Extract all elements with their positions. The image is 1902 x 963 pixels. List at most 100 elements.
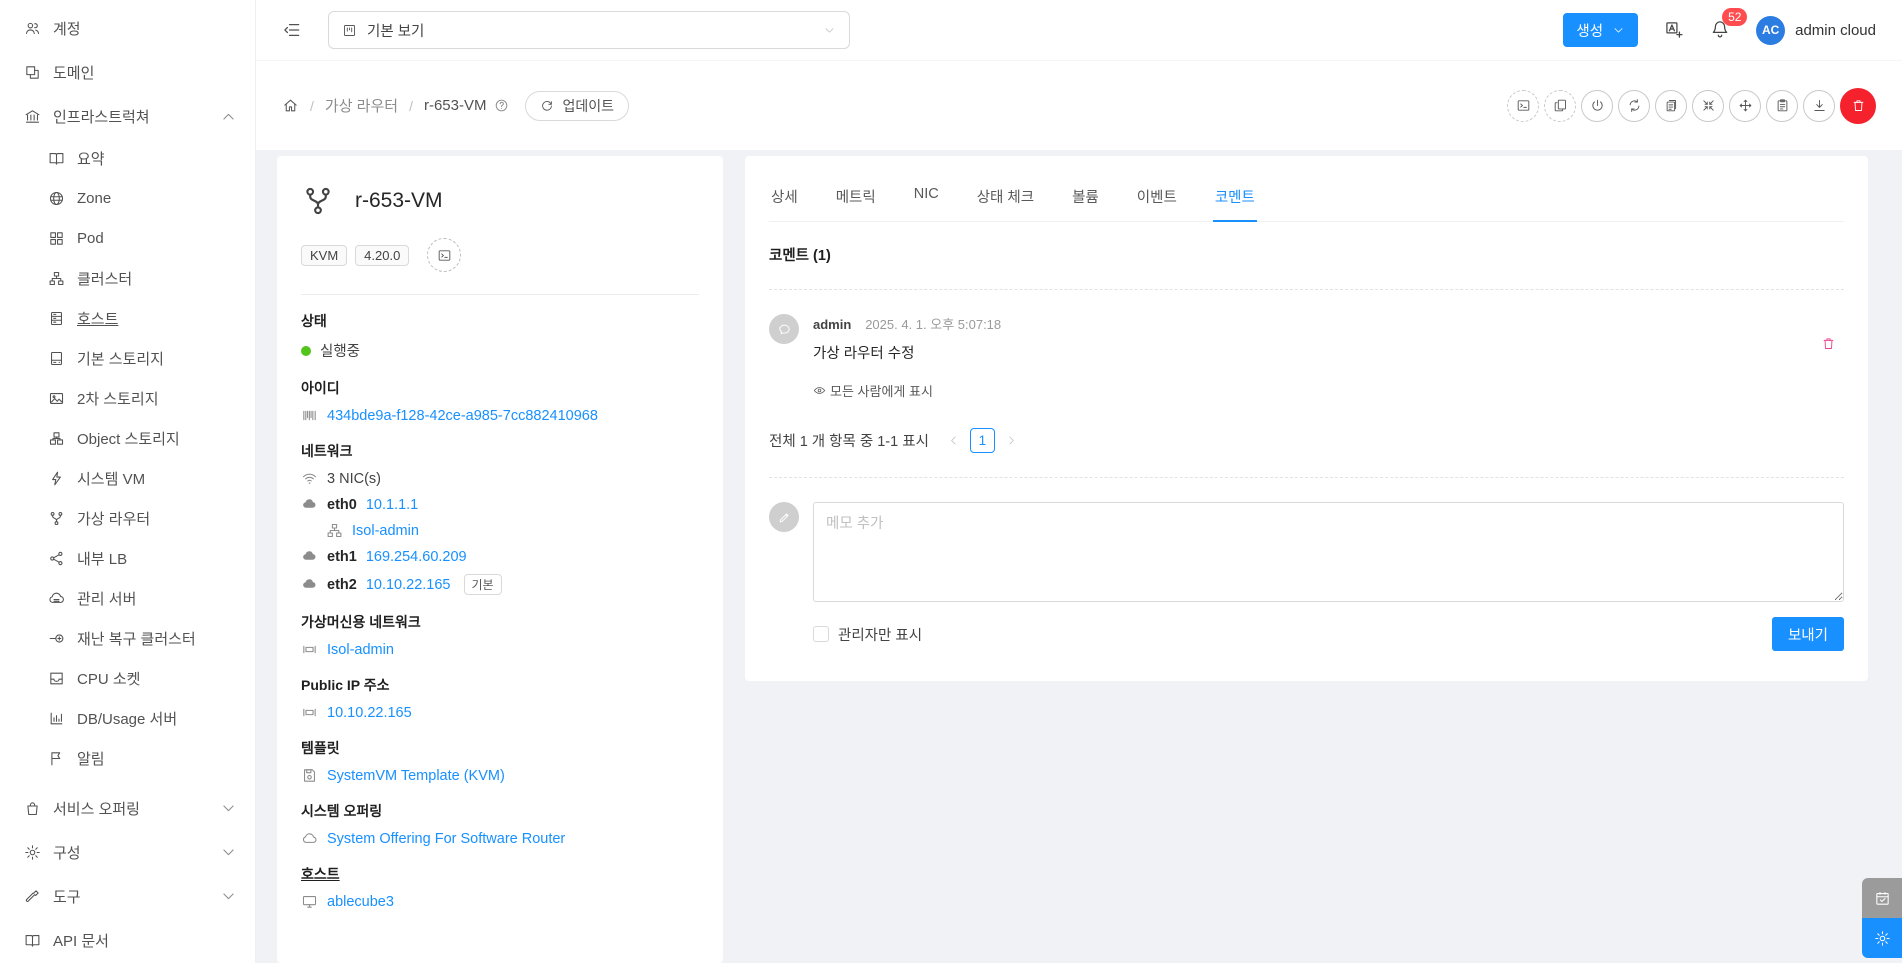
sidebar-item-hosts[interactable]: 호스트: [0, 298, 255, 338]
vm-network-link[interactable]: Isol-admin: [327, 642, 394, 658]
nic-ip-link[interactable]: 10.1.1.1: [366, 497, 418, 513]
action-power-button[interactable]: [1581, 89, 1613, 122]
team-icon: [24, 20, 41, 37]
host-label: 호스트: [301, 866, 340, 882]
comment-input[interactable]: [813, 502, 1844, 602]
system-offering-link[interactable]: System Offering For Software Router: [327, 831, 565, 847]
comment-visibility: 모든 사람에게 표시: [813, 381, 1001, 400]
tab-comments[interactable]: 코멘트: [1212, 176, 1257, 222]
sidebar-item-pods[interactable]: Pod: [0, 218, 255, 258]
prev-page-button[interactable]: [947, 434, 960, 447]
action-diagnostics-button[interactable]: [1655, 89, 1687, 122]
sidebar-item-domains[interactable]: 도메인: [0, 50, 255, 94]
user-menu[interactable]: AC admin cloud: [1756, 15, 1876, 45]
action-console-button[interactable]: [1507, 89, 1539, 122]
sidebar-item-virtual-routers[interactable]: 가상 라우터: [0, 498, 255, 538]
home-icon[interactable]: [282, 97, 299, 114]
view-icon: [342, 23, 357, 38]
action-health-check-button[interactable]: [1766, 89, 1798, 122]
detail-tabs: 상세 메트릭 NIC 상태 체크 볼륨 이벤트 코멘트: [769, 176, 1844, 222]
sidebar-item-summary[interactable]: 요약: [0, 138, 255, 178]
host-link[interactable]: ablecube3: [327, 894, 394, 910]
sidebar-item-management-servers[interactable]: 관리 서버: [0, 578, 255, 618]
sidebar-item-cpu-sockets[interactable]: CPU 소켓: [0, 658, 255, 698]
sidebar-item-dr-clusters[interactable]: 재난 복구 클러스터: [0, 618, 255, 658]
gateway-icon: [301, 641, 318, 658]
nic-network-link[interactable]: Isol-admin: [352, 523, 419, 539]
trash-icon: [1851, 98, 1866, 113]
corner-buttons: [1862, 878, 1902, 958]
global-icon: [48, 190, 65, 207]
fork-icon: [48, 510, 65, 527]
action-restart-button[interactable]: [1618, 89, 1650, 122]
composer-avatar: [769, 502, 799, 532]
vm-id-link[interactable]: 434bde9a-f128-42ce-a985-7cc882410968: [327, 408, 598, 424]
wifi-icon: [301, 470, 318, 487]
setting-icon: [24, 844, 41, 861]
chevron-down-icon: [220, 888, 237, 905]
menu-fold-icon[interactable]: [282, 20, 302, 40]
public-ip-link[interactable]: 10.10.22.165: [327, 705, 412, 721]
feedback-button[interactable]: [1862, 878, 1902, 918]
sidebar-item-system-vms[interactable]: 시스템 VM: [0, 458, 255, 498]
delete-comment-button[interactable]: [1821, 336, 1836, 351]
top-header: 기본 보기 생성 52 AC admin cloud: [256, 0, 1902, 60]
reload-icon: [540, 99, 554, 113]
sidebar-item-internal-lb[interactable]: 내부 LB: [0, 538, 255, 578]
template-link[interactable]: SystemVM Template (KVM): [327, 768, 505, 784]
admin-only-label: 관리자만 표시: [838, 627, 923, 644]
power-icon: [1590, 98, 1605, 113]
tool-icon: [24, 888, 41, 905]
update-button[interactable]: 업데이트: [525, 90, 629, 121]
sidebar-item-configuration[interactable]: 구성: [0, 830, 255, 874]
nic-ip-link[interactable]: 169.254.60.209: [366, 549, 467, 565]
admin-only-checkbox[interactable]: [813, 626, 829, 642]
sidebar: 계정 도메인 인프라스트럭쳐 요약 Zone Pod 클러스터 호스트 기본 스토리지 2차 스토…: [0, 0, 256, 963]
action-delete-button[interactable]: [1840, 87, 1876, 124]
nic-ip-link[interactable]: 10.10.22.165: [366, 577, 451, 593]
tab-detail[interactable]: 상세: [769, 176, 800, 221]
tab-health-check[interactable]: 상태 체크: [975, 176, 1036, 221]
action-migrate-button[interactable]: [1729, 89, 1761, 122]
notifications-button[interactable]: 52: [1710, 7, 1748, 42]
help-icon[interactable]: [494, 98, 509, 113]
breadcrumb-section[interactable]: 가상 라우터: [325, 95, 398, 116]
sidebar-item-infrastructure[interactable]: 인프라스트럭쳐: [0, 94, 255, 138]
view-select[interactable]: 기본 보기: [328, 11, 850, 49]
tab-events[interactable]: 이벤트: [1135, 176, 1179, 221]
action-copy-button[interactable]: [1544, 89, 1576, 122]
chevron-down-icon: [1612, 24, 1625, 37]
sidebar-item-accounts[interactable]: 계정: [0, 6, 255, 50]
comment-item: admin 2025. 4. 1. 오후 5:07:18 가상 라우터 수정 모…: [769, 314, 1844, 400]
hdd-icon: [48, 350, 65, 367]
sidebar-item-db-usage-servers[interactable]: DB/Usage 서버: [0, 698, 255, 738]
breadcrumb-current: r-653-VM: [423, 97, 487, 114]
sidebar-item-clusters[interactable]: 클러스터: [0, 258, 255, 298]
comments-heading: 코멘트 (1): [769, 248, 831, 264]
page-1-button[interactable]: 1: [969, 428, 995, 453]
next-page-button[interactable]: [1005, 434, 1018, 447]
sidebar-item-api-docs[interactable]: API 문서: [0, 918, 255, 962]
sidebar-item-service-offerings[interactable]: 서비스 오퍼링: [0, 786, 255, 830]
id-label: 아이디: [301, 380, 340, 396]
sidebar-item-secondary-storage[interactable]: 2차 스토리지: [0, 378, 255, 418]
settings-button[interactable]: [1862, 918, 1902, 958]
tab-volume[interactable]: 볼륨: [1070, 176, 1101, 221]
action-download-button[interactable]: [1803, 89, 1835, 122]
tab-nic[interactable]: NIC: [912, 176, 941, 221]
sidebar-item-tools[interactable]: 도구: [0, 874, 255, 918]
action-scale-button[interactable]: [1692, 89, 1724, 122]
sidebar-item-primary-storage[interactable]: 기본 스토리지: [0, 338, 255, 378]
translate-icon[interactable]: [1664, 20, 1684, 40]
read-icon: [24, 932, 41, 949]
sidebar-item-zones[interactable]: Zone: [0, 178, 255, 218]
template-label: 템플릿: [301, 740, 340, 756]
version-tag: 4.20.0: [355, 244, 410, 266]
send-button[interactable]: 보내기: [1771, 617, 1844, 651]
sidebar-item-object-storage[interactable]: Object 스토리지: [0, 418, 255, 458]
create-button[interactable]: 생성: [1563, 13, 1639, 47]
nic-icon: [301, 496, 318, 513]
tab-metrics[interactable]: 메트릭: [834, 176, 878, 221]
sidebar-item-alerts[interactable]: 알림: [0, 738, 255, 778]
console-button[interactable]: [427, 238, 462, 272]
